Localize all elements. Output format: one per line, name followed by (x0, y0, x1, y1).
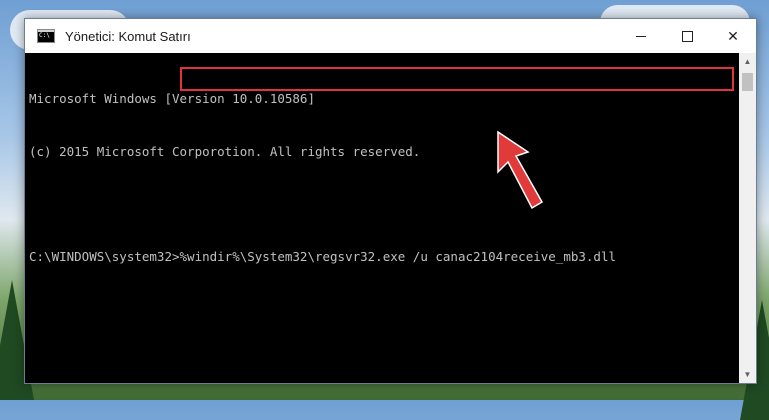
chevron-down-icon[interactable]: ▼ (739, 366, 756, 383)
close-button[interactable]: ✕ (710, 19, 756, 53)
vertical-scrollbar[interactable]: ▲ ▼ (739, 53, 756, 383)
console-command-line[interactable]: C:\WINDOWS\system32>%windir%\System32\re… (29, 248, 738, 266)
close-icon: ✕ (727, 27, 739, 44)
cmd-icon[interactable] (37, 29, 55, 43)
window-controls: ✕ (618, 19, 756, 53)
chevron-up-icon[interactable]: ▲ (739, 53, 756, 70)
console-line-copyright: (c) 2015 Microsoft Corporotion. All righ… (29, 143, 421, 159)
window-title: Yönetici: Komut Satırı (65, 28, 191, 44)
scrollbar-thumb[interactable] (742, 73, 753, 91)
console-output[interactable]: Microsoft Windows [Version 10.0.10586] (… (29, 55, 738, 381)
red-arrow-icon (497, 130, 544, 210)
maximize-icon (681, 30, 693, 42)
console-line-version: Microsoft Windows [Version 10.0.10586] (29, 91, 315, 106)
minimize-icon (636, 35, 646, 37)
command-prompt-window[interactable]: Yönetici: Komut Satırı ✕ Microsoft Windo… (24, 18, 757, 384)
minimize-button[interactable] (618, 19, 664, 53)
command-highlight-box (180, 67, 734, 91)
maximize-button[interactable] (664, 19, 710, 53)
title-bar[interactable]: Yönetici: Komut Satırı ✕ (25, 19, 756, 53)
